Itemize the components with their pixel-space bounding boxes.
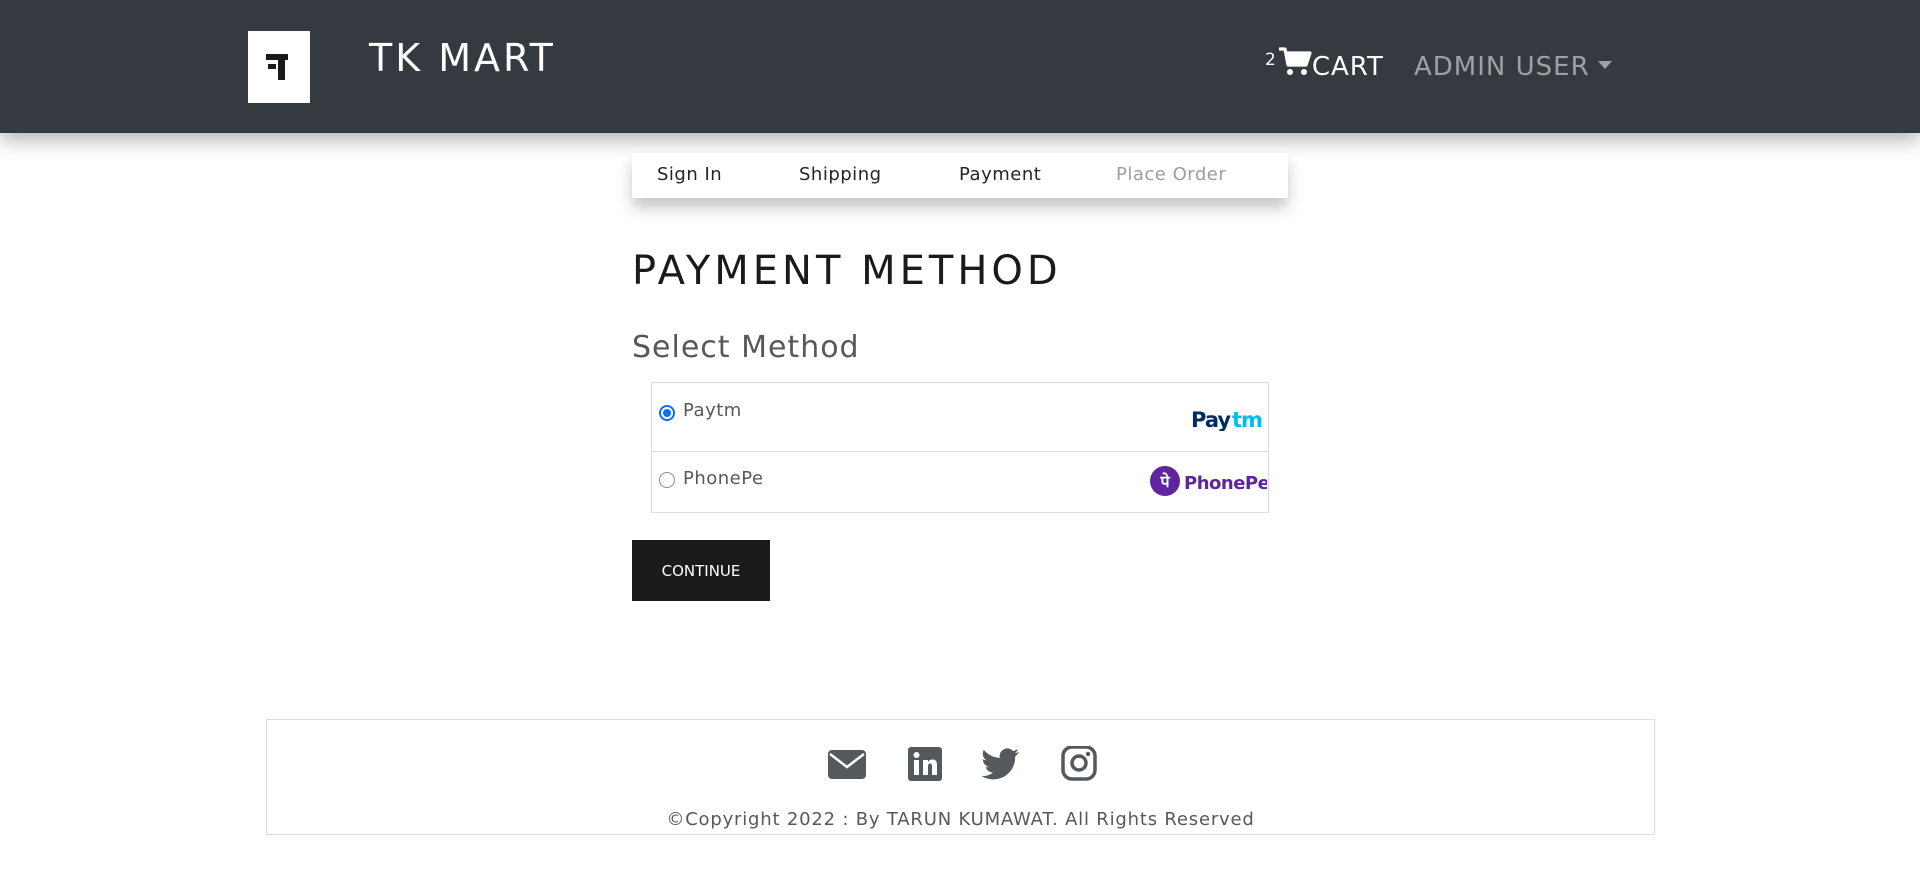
caret-down-icon — [1597, 61, 1612, 69]
continue-button[interactable]: CONTINUE — [632, 540, 770, 601]
step-sign-in[interactable]: Sign In — [657, 164, 722, 185]
copyright-text: ©Copyright 2022 : By TARUN KUMAWAT. All … — [666, 809, 1255, 830]
payment-option-phonepe[interactable]: PhonePe पे PhonePe — [652, 451, 1268, 513]
step-payment[interactable]: Payment — [959, 164, 1041, 185]
envelope-icon[interactable] — [827, 746, 867, 782]
payment-option-paytm[interactable]: Paytm Pay tm — [652, 383, 1268, 448]
instagram-icon[interactable] — [1059, 746, 1099, 782]
svg-text:Pay: Pay — [1191, 408, 1231, 431]
cart-label: CART — [1311, 52, 1384, 82]
phonepe-radio[interactable] — [659, 472, 675, 488]
phonepe-label: PhonePe — [683, 468, 764, 489]
brand-logo[interactable] — [248, 31, 310, 103]
footer: ©Copyright 2022 : By TARUN KUMAWAT. All … — [266, 719, 1655, 835]
svg-text:tm: tm — [1232, 408, 1262, 431]
twitter-icon[interactable] — [981, 746, 1021, 782]
cart-link[interactable]: 2 CART — [1265, 44, 1384, 82]
user-dropdown[interactable]: ADMIN USER — [1414, 52, 1612, 82]
svg-text:पे: पे — [1159, 472, 1170, 491]
brand-name[interactable]: TK MART — [369, 36, 556, 80]
user-name: ADMIN USER — [1414, 52, 1590, 82]
paytm-label: Paytm — [683, 400, 742, 421]
shopping-cart-icon — [1278, 47, 1312, 75]
cart-count-badge: 2 — [1265, 50, 1276, 70]
linkedin-icon[interactable] — [905, 746, 945, 782]
select-method-label: Select Method — [632, 330, 860, 365]
tk-logo-icon — [266, 54, 288, 80]
svg-text:PhonePe: PhonePe — [1184, 473, 1267, 494]
payment-method-list: Paytm Pay tm PhonePe पे PhonePe — [651, 382, 1269, 513]
paytm-logo: Pay tm — [1191, 408, 1262, 431]
phonepe-logo: पे PhonePe — [1150, 466, 1267, 496]
checkout-steps: Sign In Shipping Payment Place Order — [632, 153, 1288, 198]
header-navbar: TK MART 2 CART ADMIN USER — [0, 0, 1920, 133]
step-place-order: Place Order — [1116, 164, 1227, 185]
step-shipping[interactable]: Shipping — [799, 164, 882, 185]
page-title: PAYMENT METHOD — [632, 248, 1062, 294]
paytm-radio[interactable] — [659, 405, 675, 421]
